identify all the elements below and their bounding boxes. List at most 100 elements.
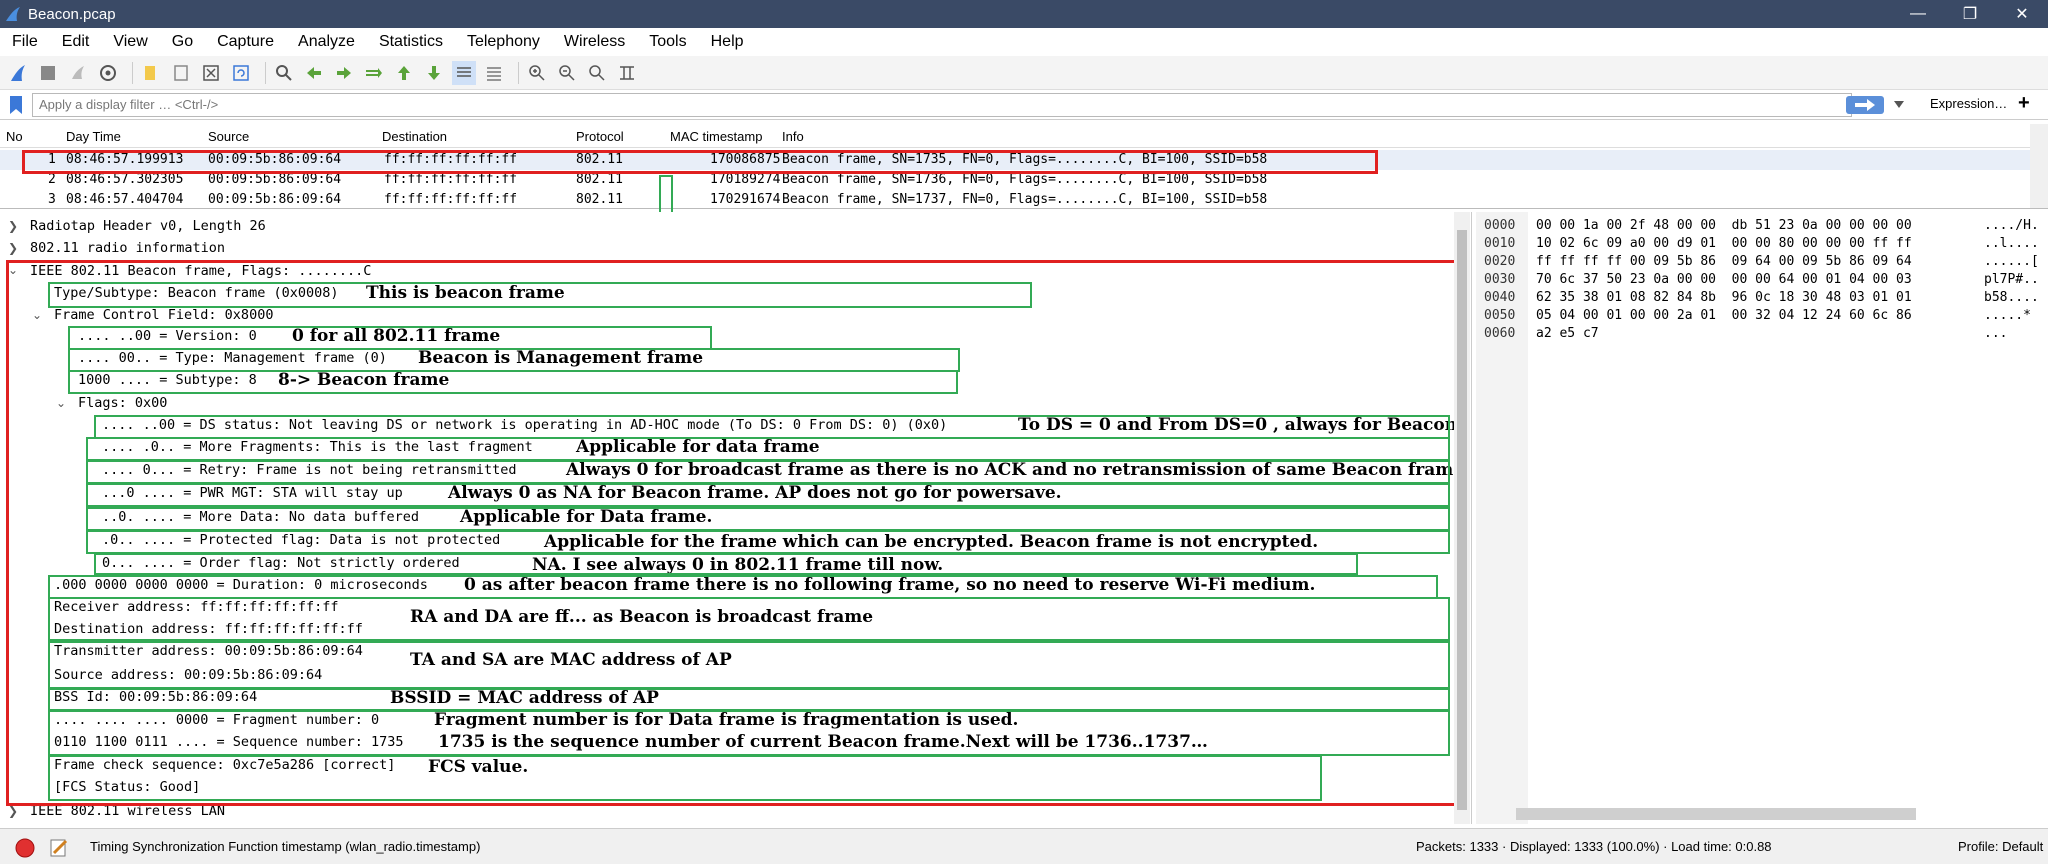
menu-file[interactable]: File — [0, 33, 50, 51]
go-back-icon[interactable] — [302, 61, 326, 85]
start-capture-icon[interactable] — [6, 61, 30, 85]
col-source[interactable]: Source — [208, 129, 249, 144]
cell-no: 2 — [48, 172, 56, 187]
cell-destination: ff:ff:ff:ff:ff:ff — [384, 192, 518, 207]
col-time[interactable]: Day Time — [66, 129, 121, 144]
go-forward-icon[interactable] — [332, 61, 356, 85]
expert-info-icon[interactable] — [14, 837, 36, 859]
cell-source: 00:09:5b:86:09:64 — [208, 192, 342, 207]
display-filter-input[interactable] — [32, 92, 1852, 117]
filter-history-dropdown[interactable] — [1888, 96, 1910, 114]
first-packet-icon[interactable] — [392, 61, 416, 85]
toolbar-separator — [132, 61, 133, 84]
details-scrollbar[interactable] — [1454, 212, 1470, 824]
hex-bytes[interactable]: 62 35 38 01 08 82 84 8b 96 0c 18 30 48 0… — [1536, 290, 1912, 305]
capture-options-icon[interactable] — [96, 61, 120, 85]
add-filter-button[interactable]: + — [2018, 92, 2030, 115]
open-file-icon[interactable] — [139, 61, 163, 85]
close-button[interactable]: ✕ — [1996, 0, 2048, 28]
bytes-pane: 0000 00 00 1a 00 2f 48 00 00 db 51 23 0a… — [1476, 212, 2048, 824]
cell-protocol: 802.11 — [576, 192, 623, 207]
autoscroll-icon[interactable] — [452, 60, 476, 85]
menu-statistics[interactable]: Statistics — [367, 33, 455, 51]
go-to-packet-icon[interactable] — [362, 61, 386, 85]
menu-wireless[interactable]: Wireless — [552, 33, 637, 51]
resize-columns-icon[interactable] — [615, 61, 639, 85]
hex-bytes[interactable]: a2 e5 c7 — [1536, 326, 1599, 341]
hex-bytes[interactable]: 10 02 6c 09 a0 00 d9 01 00 00 80 00 00 0… — [1536, 236, 1912, 251]
reload-file-icon[interactable] — [229, 61, 253, 85]
cell-mac-timestamp: 170189274 — [710, 172, 781, 187]
cell-info: Beacon frame, SN=1736, FN=0, Flags=.....… — [782, 172, 1268, 187]
hex-bytes[interactable]: 00 00 1a 00 2f 48 00 00 db 51 23 0a 00 0… — [1536, 218, 1912, 233]
tree-item-radio-info[interactable]: 802.11 radio information — [30, 240, 225, 256]
hex-offset: 0000 — [1484, 218, 1516, 233]
toolbar-separator — [518, 61, 519, 84]
apply-filter-button[interactable] — [1846, 96, 1884, 114]
menu-analyze[interactable]: Analyze — [286, 33, 367, 51]
packet-list: No Day Time Source Destination Protocol … — [0, 124, 2048, 209]
packet-list-scrollbar[interactable] — [2030, 124, 2048, 208]
col-no[interactable]: No — [6, 129, 23, 144]
menu-view[interactable]: View — [101, 33, 159, 51]
window-title: Beacon.pcap — [28, 5, 116, 23]
hex-ascii[interactable]: ..l.... — [1984, 236, 2039, 251]
colorize-icon[interactable] — [482, 61, 506, 85]
main-toolbar — [0, 56, 2048, 90]
display-filter-bar: Expression… + — [0, 90, 2048, 120]
hex-ascii[interactable]: pl7P#.. — [1984, 272, 2039, 287]
chevron-down-icon — [1894, 101, 1904, 108]
edit-comment-icon[interactable] — [48, 837, 70, 859]
scrollbar-thumb[interactable] — [1457, 230, 1467, 810]
hex-horizontal-scrollbar[interactable] — [1516, 808, 1916, 820]
normal-size-icon[interactable] — [585, 61, 609, 85]
zoom-out-icon[interactable] — [555, 61, 579, 85]
expand-arrow-icon[interactable]: ❯ — [8, 241, 18, 255]
find-packet-icon[interactable] — [272, 61, 296, 85]
col-destination[interactable]: Destination — [382, 129, 447, 144]
bookmark-icon[interactable] — [8, 95, 24, 115]
hex-ascii[interactable]: b58.... — [1984, 290, 2039, 305]
expression-button[interactable]: Expression… — [1930, 96, 2007, 111]
menu-edit[interactable]: Edit — [50, 33, 102, 51]
cell-no: 3 — [48, 192, 56, 207]
minimize-button[interactable]: — — [1892, 0, 1944, 28]
hex-bytes[interactable]: 70 6c 37 50 23 0a 00 00 00 00 64 00 01 0… — [1536, 272, 1912, 287]
expand-arrow-icon[interactable]: ❯ — [8, 804, 18, 818]
menu-telephony[interactable]: Telephony — [455, 33, 552, 51]
hex-offset: 0010 — [1484, 236, 1516, 251]
hex-ascii[interactable]: ......[ — [1984, 254, 2039, 269]
menu-capture[interactable]: Capture — [205, 33, 286, 51]
packet-list-header: No Day Time Source Destination Protocol … — [0, 124, 2030, 148]
arrow-right-icon — [1855, 99, 1875, 111]
hex-ascii[interactable]: ..../H. — [1984, 218, 2039, 233]
stop-capture-icon[interactable] — [36, 61, 60, 85]
status-profile[interactable]: Profile: Default — [1958, 839, 2043, 854]
hex-ascii[interactable]: .....* — [1984, 308, 2031, 323]
menu-help[interactable]: Help — [699, 33, 756, 51]
last-packet-icon[interactable] — [422, 61, 446, 85]
tree-item-radiotap[interactable]: Radiotap Header v0, Length 26 — [30, 218, 266, 234]
status-packets: Packets: 1333 · Displayed: 1333 (100.0%)… — [1416, 839, 1772, 854]
table-row[interactable]: 3 08:46:57.404704 00:09:5b:86:09:64 ff:f… — [0, 190, 2030, 208]
hex-bytes[interactable]: 05 04 00 01 00 00 2a 01 00 32 04 12 24 6… — [1536, 308, 1912, 323]
cell-time: 08:46:57.302305 — [66, 172, 184, 187]
packet-details: ❯ Radiotap Header v0, Length 26 ❯ 802.11… — [0, 212, 1472, 824]
expand-arrow-icon[interactable]: ❯ — [8, 219, 18, 233]
cell-protocol: 802.11 — [576, 172, 623, 187]
cell-info: Beacon frame, SN=1737, FN=0, Flags=.....… — [782, 192, 1268, 207]
save-file-icon[interactable] — [169, 61, 193, 85]
menu-tools[interactable]: Tools — [637, 33, 698, 51]
hex-offset: 0030 — [1484, 272, 1516, 287]
col-protocol[interactable]: Protocol — [576, 129, 624, 144]
hex-bytes[interactable]: ff ff ff ff 00 09 5b 86 09 64 00 09 5b 8… — [1536, 254, 1912, 269]
restart-capture-icon[interactable] — [66, 61, 90, 85]
close-file-icon[interactable] — [199, 61, 223, 85]
status-field-info: Timing Synchronization Function timestam… — [90, 839, 481, 854]
zoom-in-icon[interactable] — [525, 61, 549, 85]
hex-ascii[interactable]: ... — [1984, 326, 2007, 341]
restore-button[interactable]: ❐ — [1944, 0, 1996, 28]
col-mac-timestamp[interactable]: MAC timestamp — [670, 129, 762, 144]
menu-go[interactable]: Go — [160, 33, 205, 51]
col-info[interactable]: Info — [782, 129, 804, 144]
